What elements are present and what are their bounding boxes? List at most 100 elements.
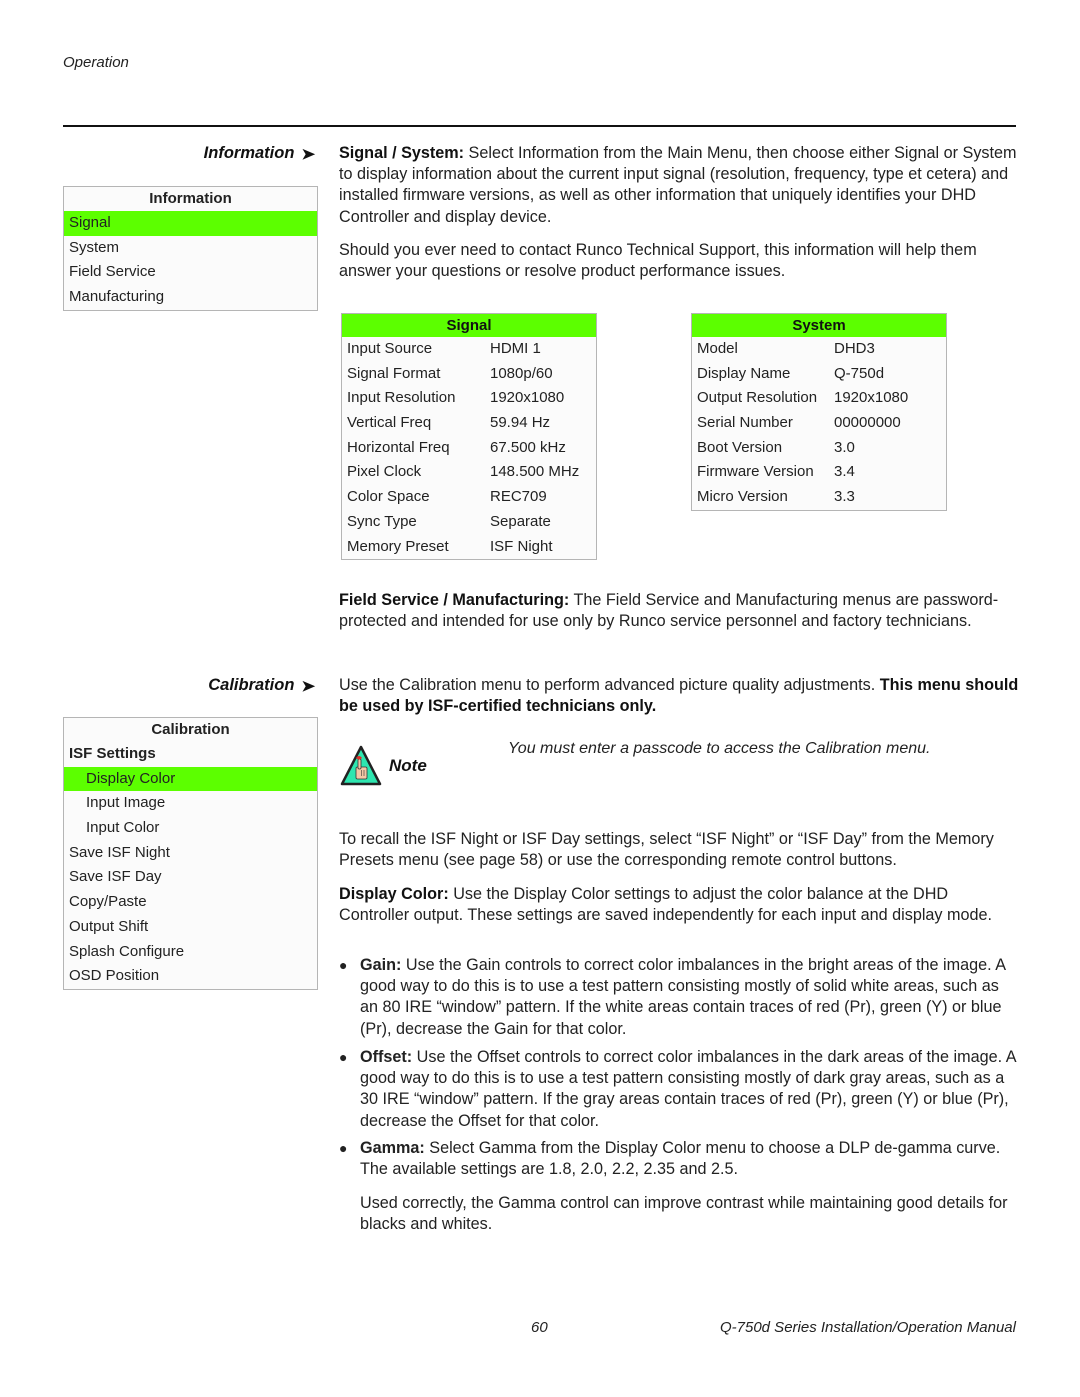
menu-item-save-isf-night[interactable]: Save ISF Night: [64, 841, 317, 866]
row-label: Firmware Version: [697, 463, 814, 481]
calibration-side-heading: Calibration ➤: [63, 676, 315, 695]
information-menu-title: Information: [149, 190, 232, 207]
manual-title: Q-750d Series Installation/Operation Man…: [719, 1319, 1016, 1336]
table-row: Color Space REC709: [342, 485, 596, 510]
row-value: 67.500 kHz: [490, 438, 566, 456]
bullet-gain-text: Use the Gain controls to correct color i…: [360, 956, 1006, 1038]
row-value: Separate: [490, 512, 551, 530]
calibration-menu-title: Calibration: [151, 721, 230, 738]
signal-system-lead: Signal / System:: [339, 144, 465, 162]
bullet-icon: ●: [339, 1049, 348, 1065]
row-value: 3.4: [834, 463, 855, 481]
signal-info-table: Signal Input Source HDMI 1 Signal Format 1…: [341, 313, 597, 561]
row-label: Vertical Freq: [347, 414, 432, 432]
system-info-table: System Model DHD3 Display Name Q-750d Outp…: [691, 313, 947, 511]
row-value: 1080p/60: [490, 364, 553, 382]
signal-system-paragraph: Signal / System: Select Information from…: [339, 143, 1019, 228]
table-row: Sync Type Separate: [342, 510, 596, 535]
bullet-offset-text: Use the Offset controls to correct color…: [360, 1048, 1016, 1130]
menu-item-splash-configure[interactable]: Splash Configure: [64, 940, 317, 965]
table-row: Micro Version 3.3: [692, 485, 946, 510]
row-label: Input Source: [347, 340, 433, 357]
bullet-gamma-text: Select Gamma from the Display Color menu…: [360, 1139, 1001, 1179]
bullet-icon: ●: [339, 957, 348, 973]
table-row: Input Resolution 1920x1080: [342, 386, 596, 411]
information-heading-label: Information: [203, 144, 295, 162]
row-label: Serial Number: [697, 414, 793, 432]
table-row: Input Source HDMI 1: [342, 337, 596, 362]
menu-item-osd-position[interactable]: OSD Position: [64, 964, 317, 989]
table-row: Serial Number 00000000: [692, 411, 946, 436]
row-value: 1920x1080: [834, 389, 909, 407]
table-row: Display Name Q-750d: [692, 362, 946, 387]
bullet-gain-content: Gain: Use the Gain controls to correct c…: [360, 955, 1019, 1040]
display-color-paragraph: Display Color: Use the Display Color set…: [339, 884, 1019, 926]
table-row: Output Resolution 1920x1080: [692, 386, 946, 411]
menu-item-manufacturing[interactable]: Manufacturing: [64, 285, 317, 310]
row-value: 1920x1080: [490, 389, 565, 407]
table-row: Pixel Clock 148.500 MHz: [342, 460, 596, 485]
signal-table-title: Signal: [342, 314, 596, 337]
row-label: Output Resolution: [697, 389, 818, 407]
bullet-gamma: ● Gamma: Select Gamma from the Display C…: [339, 1138, 1019, 1180]
menu-item-signal[interactable]: Signal: [64, 211, 317, 236]
menu-item-copy-paste[interactable]: Copy/Paste: [64, 890, 317, 915]
row-label: Color Space: [347, 488, 430, 506]
arrow-right-icon: ➤: [301, 677, 316, 695]
bullet-gamma-content: Gamma: Select Gamma from the Display Col…: [360, 1138, 1019, 1180]
row-label: Horizontal Freq: [347, 438, 450, 456]
menu-item-input-image[interactable]: Input Image: [64, 791, 317, 816]
menu-item-input-color[interactable]: Input Color: [64, 816, 317, 841]
running-head: Operation: [63, 54, 129, 71]
system-table-title: System: [692, 314, 946, 337]
gamma-followup-paragraph: Used correctly, the Gamma control can im…: [360, 1194, 1008, 1234]
note-text: You must enter a passcode to access the …: [508, 740, 931, 757]
page-number: 60: [531, 1319, 548, 1336]
row-label: Micro Version: [697, 488, 788, 506]
row-label: Signal Format: [347, 364, 441, 382]
menu-item-system[interactable]: System: [64, 236, 317, 261]
menu-item-save-isf-day[interactable]: Save ISF Day: [64, 865, 317, 890]
row-value: ISF Night: [490, 537, 553, 555]
arrow-right-icon: ➤: [301, 145, 316, 163]
row-value: 59.94 Hz: [490, 414, 551, 432]
calibration-menu: Calibration ISF Settings Display Color I…: [63, 717, 318, 990]
note-hand-triangle-icon: [340, 745, 382, 787]
row-value: 148.500 MHz: [490, 463, 580, 481]
row-label: Model: [697, 340, 738, 357]
menu-group-isf-settings[interactable]: ISF Settings: [64, 742, 317, 767]
row-label: Memory Preset: [347, 537, 449, 555]
row-label: Sync Type: [347, 512, 417, 530]
display-color-lead: Display Color:: [339, 885, 449, 903]
isf-recall-paragraph: To recall the ISF Night or ISF Day setti…: [339, 830, 994, 870]
header-rule: [63, 125, 1016, 127]
table-row: Boot Version 3.0: [692, 436, 946, 461]
row-label: Input Resolution: [347, 389, 456, 407]
calibration-intro-text: Use the Calibration menu to perform adva…: [339, 676, 880, 694]
bullet-icon: ●: [339, 1140, 348, 1156]
bullet-offset-lead: Offset:: [360, 1048, 413, 1066]
bullet-gamma-lead: Gamma:: [360, 1139, 425, 1157]
menu-item-output-shift[interactable]: Output Shift: [64, 915, 317, 940]
row-value: 3.0: [834, 438, 855, 456]
row-value: REC709: [490, 488, 547, 506]
calibration-intro-paragraph: Use the Calibration menu to perform adva…: [339, 675, 1019, 717]
table-row: Model DHD3: [692, 337, 946, 362]
field-service-paragraph: Field Service / Manufacturing: The Field…: [339, 590, 1019, 632]
table-row: Memory Preset ISF Night: [342, 535, 596, 560]
table-row: Horizontal Freq 67.500 kHz: [342, 436, 596, 461]
information-menu: Information Signal System Field Service …: [63, 186, 318, 311]
table-row: Vertical Freq 59.94 Hz: [342, 411, 596, 436]
row-label: Pixel Clock: [347, 463, 422, 481]
bullet-offset-content: Offset: Use the Offset controls to corre…: [360, 1047, 1019, 1132]
menu-item-field-service[interactable]: Field Service: [64, 260, 317, 285]
note-label: Note: [389, 756, 427, 775]
row-value: DHD3: [834, 340, 875, 357]
menu-item-display-color[interactable]: Display Color: [64, 766, 317, 792]
information-side-heading: Information ➤: [63, 144, 316, 163]
row-value: Q-750d: [834, 364, 885, 382]
bullet-gain: ● Gain: Use the Gain controls to correct…: [339, 955, 1019, 1040]
bullet-offset: ● Offset: Use the Offset controls to cor…: [339, 1047, 1019, 1132]
support-paragraph: Should you ever need to contact Runco Te…: [339, 241, 977, 281]
table-row: Firmware Version 3.4: [692, 460, 946, 485]
